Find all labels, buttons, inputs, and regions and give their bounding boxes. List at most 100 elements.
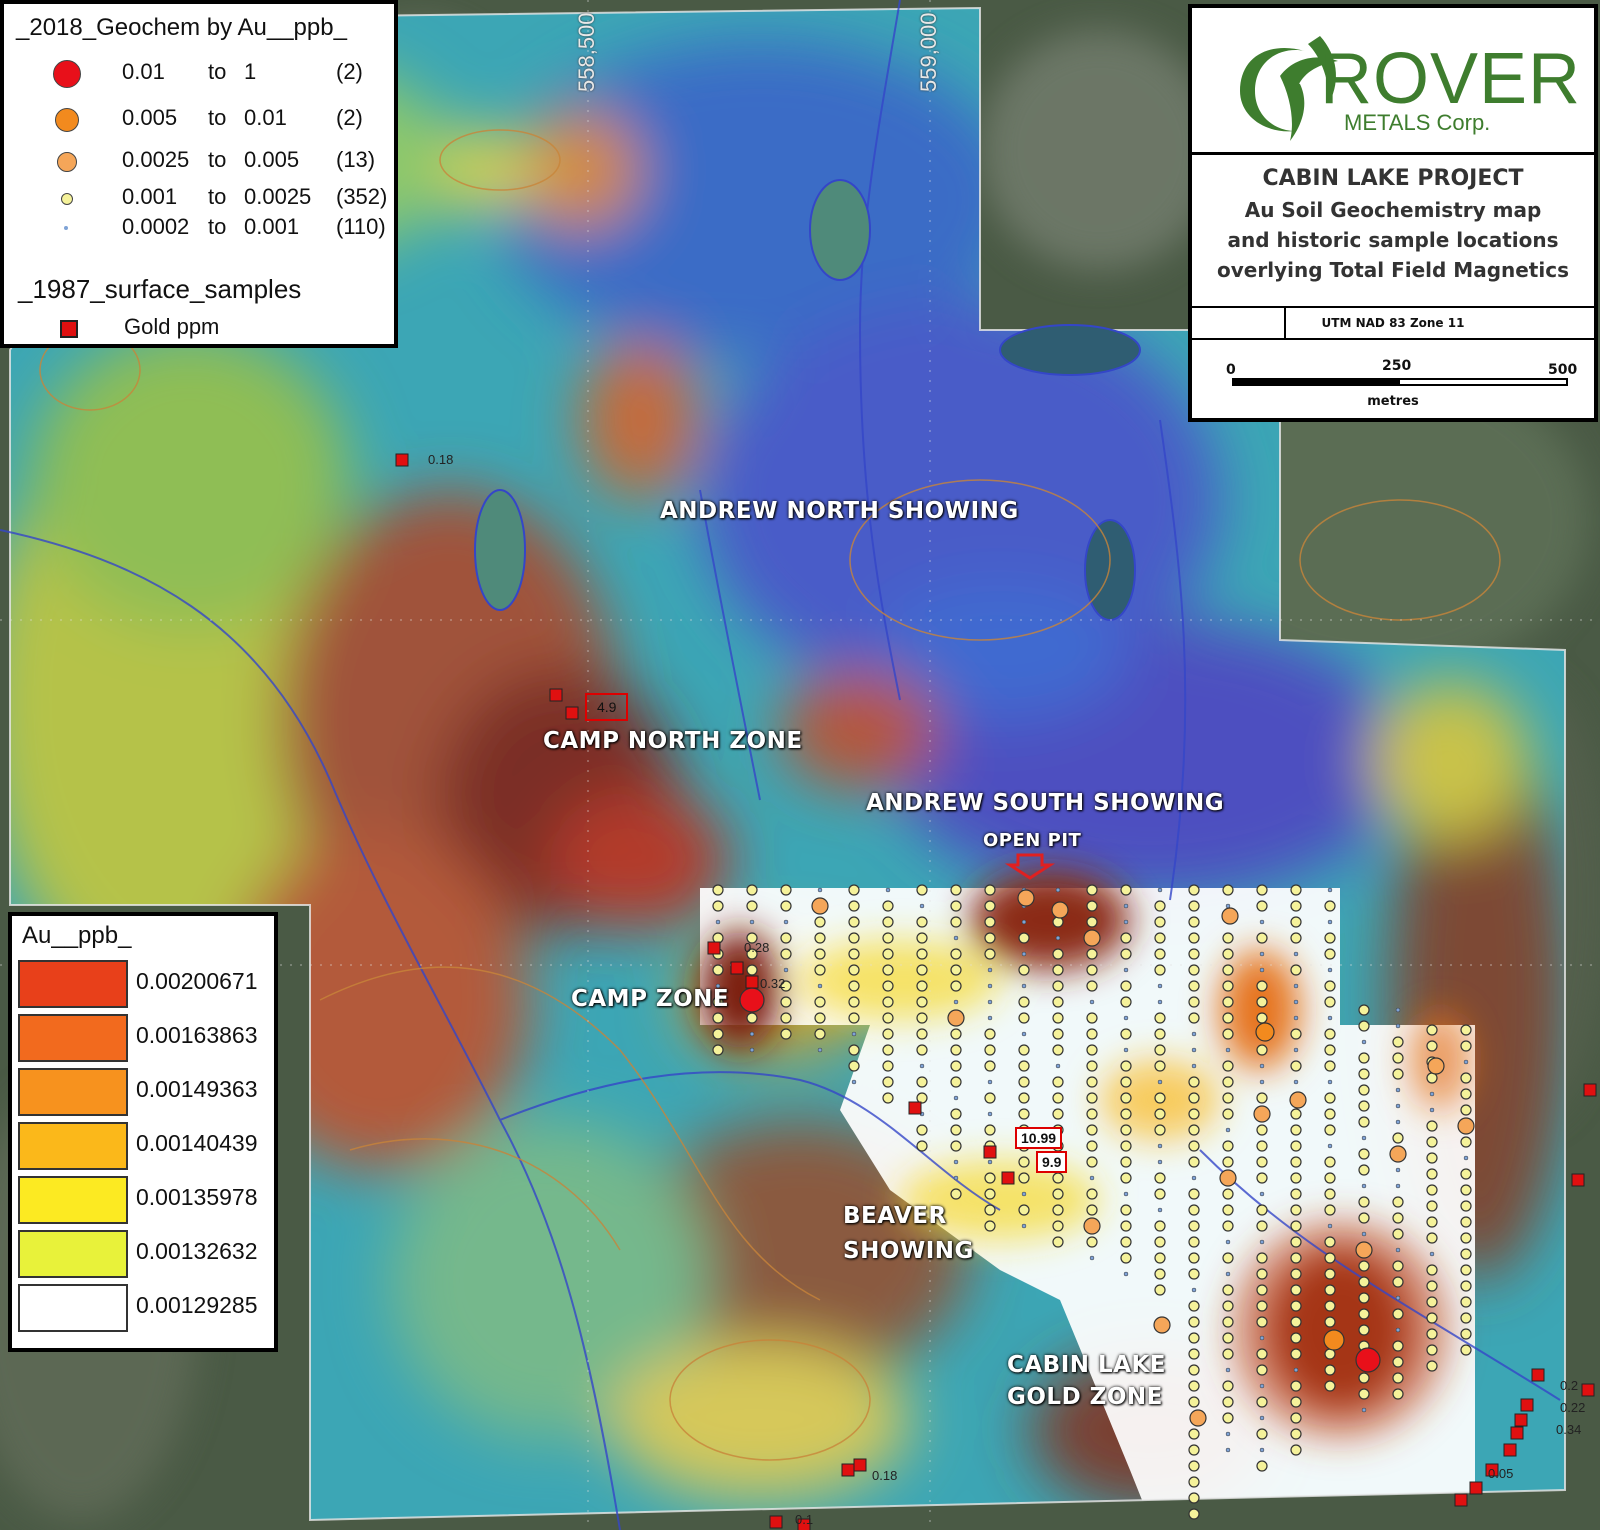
- soil-sample-point: [1259, 1447, 1265, 1453]
- soil-sample-point: [1324, 1300, 1336, 1312]
- soil-sample-point: [1120, 948, 1132, 960]
- datum-label: UTM NAD 83 Zone 11: [1321, 316, 1465, 330]
- soil-sample-point: [1256, 1012, 1268, 1024]
- soil-sample-point: [1086, 980, 1098, 992]
- soil-sample-point: [1021, 951, 1027, 957]
- soil-sample-point: [1120, 1124, 1132, 1136]
- soil-sample-point: [950, 1108, 962, 1120]
- soil-sample-point: [814, 916, 826, 928]
- soil-sample-point: [1256, 1428, 1268, 1440]
- soil-sample-point: [1358, 1164, 1370, 1176]
- soil-sample-point: [1324, 948, 1336, 960]
- soil-sample-point: [1188, 1092, 1200, 1104]
- grid-label-559000: 559,000: [916, 12, 941, 92]
- soil-sample-point: [1188, 948, 1200, 960]
- soil-sample-point: [1154, 1092, 1166, 1104]
- legend-class-symbol: [55, 108, 79, 132]
- soil-sample-point: [984, 1188, 996, 1200]
- soil-sample-point: [1154, 932, 1166, 944]
- soil-sample-point: [1120, 1252, 1132, 1264]
- legend-class-row: 0.0002 to 0.001 (110): [4, 214, 402, 244]
- soil-sample-point: [882, 964, 894, 976]
- soil-sample-point: [1222, 1092, 1234, 1104]
- soil-sample-point: [1018, 1060, 1030, 1072]
- soil-sample-point: [1154, 900, 1166, 912]
- soil-sample-point: [1392, 1212, 1404, 1224]
- soil-sample-point: [1429, 1107, 1435, 1113]
- soil-sample-point: [1392, 1260, 1404, 1272]
- soil-sample-point: [1222, 1188, 1234, 1200]
- historic-sample-square: [745, 975, 759, 989]
- soil-sample-point: [1259, 1239, 1265, 1245]
- soil-sample-point: [1188, 1124, 1200, 1136]
- soil-sample-point: [1222, 1380, 1234, 1392]
- soil-sample-point: [1256, 932, 1268, 944]
- soil-sample-point: [1361, 1039, 1367, 1045]
- soil-sample-point: [1086, 1204, 1098, 1216]
- legend-class-count: (13): [336, 147, 376, 172]
- soil-sample-point: [1052, 1188, 1064, 1200]
- soil-sample-point: [1395, 1167, 1401, 1173]
- soil-sample-point: [1293, 1015, 1299, 1021]
- soil-sample-point: [1222, 1012, 1234, 1024]
- soil-sample-point: [1256, 1140, 1268, 1152]
- soil-sample-point: [1222, 1252, 1234, 1264]
- soil-sample-point: [1222, 884, 1234, 896]
- soil-sample-point: [1256, 1284, 1268, 1296]
- soil-sample-point: [1222, 1060, 1234, 1072]
- soil-sample-point: [780, 948, 792, 960]
- soil-sample-point: [780, 1012, 792, 1024]
- soil-sample-point: [1358, 1388, 1370, 1400]
- soil-sample-point: [1358, 1148, 1370, 1160]
- soil-sample-point: [1293, 1079, 1299, 1085]
- soil-sample-point: [984, 1220, 996, 1232]
- soil-sample-point: [1154, 1236, 1166, 1248]
- soil-sample-point: [1018, 1012, 1030, 1024]
- soil-sample-point: [1188, 1188, 1200, 1200]
- soil-sample-point: [1018, 1044, 1030, 1056]
- legend-class-symbol: [53, 60, 81, 88]
- soil-sample-point: [1157, 1207, 1163, 1213]
- soil-sample-point: [1290, 1188, 1302, 1200]
- soil-sample-point: [1290, 1284, 1302, 1296]
- soil-sample-point: [1358, 1212, 1370, 1224]
- soil-sample-point: [950, 1044, 962, 1056]
- subtitle-line-3: overlying Total Field Magnetics: [1217, 258, 1569, 282]
- soil-sample-point: [746, 900, 758, 912]
- soil-sample-point: [814, 996, 826, 1008]
- soil-sample-point: [1358, 1276, 1370, 1288]
- soil-sample-point: [984, 884, 996, 896]
- soil-sample-point: [1290, 916, 1302, 928]
- legend-gradient-swatch: [18, 960, 128, 1008]
- soil-sample-point: [987, 999, 993, 1005]
- subtitle-line-2: and historic sample locations: [1227, 228, 1559, 252]
- soil-sample-point: [1083, 929, 1101, 947]
- soil-sample-point: [1259, 1383, 1265, 1389]
- soil-sample-point: [1154, 1268, 1166, 1280]
- soil-sample-point: [1361, 1407, 1367, 1413]
- soil-sample-point: [1055, 887, 1061, 893]
- soil-sample-point: [1358, 1372, 1370, 1384]
- soil-sample-point: [950, 916, 962, 928]
- soil-sample-point: [1052, 1092, 1064, 1104]
- soil-sample-point: [1392, 1372, 1404, 1384]
- soil-sample-point: [1460, 1328, 1472, 1340]
- soil-sample-point: [1188, 996, 1200, 1008]
- soil-sample-point: [1157, 1079, 1163, 1085]
- soil-sample-point: [882, 980, 894, 992]
- soil-sample-point: [984, 1092, 996, 1104]
- soil-sample-point: [953, 999, 959, 1005]
- legend-class-low: 0.005: [122, 105, 178, 130]
- legend-class-row: 0.0025 to 0.005 (13): [4, 147, 402, 177]
- soil-sample-point: [783, 967, 789, 973]
- soil-sample-point: [987, 983, 993, 989]
- soil-sample-point: [1426, 1312, 1438, 1324]
- soil-sample-point: [882, 1092, 894, 1104]
- soil-sample-point: [1191, 1287, 1197, 1293]
- historic-sample-square: [1571, 1173, 1585, 1187]
- soil-sample-point: [1120, 932, 1132, 944]
- soil-sample-point: [1293, 1047, 1299, 1053]
- soil-sample-point: [1154, 1028, 1166, 1040]
- soil-sample-point: [916, 1044, 928, 1056]
- soil-sample-point: [1426, 1296, 1438, 1308]
